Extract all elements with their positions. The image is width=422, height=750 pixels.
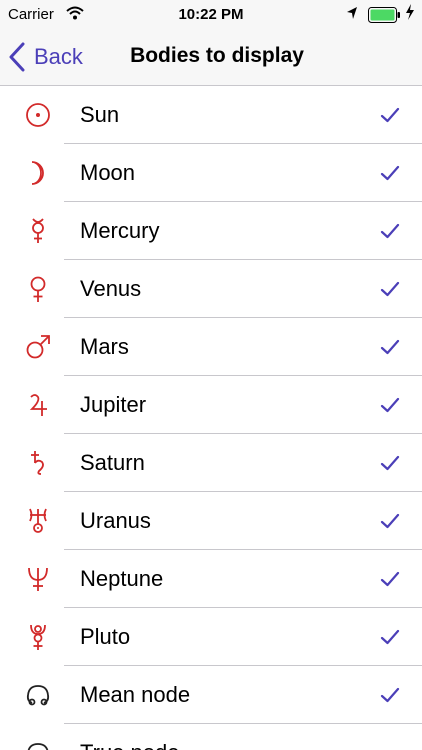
body-row-true-node[interactable]: True node	[0, 724, 422, 750]
mars-icon	[22, 331, 54, 363]
checkmark-icon	[380, 279, 400, 299]
page-title: Bodies to display	[130, 44, 304, 67]
body-label: Mars	[80, 334, 129, 359]
checkmark-icon	[380, 105, 400, 125]
checkmark-icon	[380, 163, 400, 183]
node-icon	[22, 737, 54, 750]
body-label: Jupiter	[80, 392, 147, 417]
body-label: Mercury	[80, 218, 160, 243]
body-row-sun[interactable]: Sun	[0, 86, 422, 144]
checkmark-icon	[380, 685, 400, 705]
venus-icon	[22, 273, 54, 305]
uranus-icon	[22, 505, 54, 537]
body-label: Pluto	[80, 624, 131, 649]
body-row-moon[interactable]: Moon	[0, 144, 422, 202]
body-label: Venus	[80, 276, 142, 301]
body-row-pluto[interactable]: Pluto	[0, 608, 422, 666]
location-icon	[346, 6, 358, 24]
status-time: 10:22 PM	[178, 6, 244, 23]
body-label: Sun	[80, 102, 120, 127]
body-label: Moon	[80, 160, 136, 185]
bodies-list: Sun Moon Mercury Venus Mars Jupiter Saturn Uran…	[0, 86, 422, 750]
navigation-bar: Back Bodies to display	[0, 30, 422, 86]
checkmark-icon	[380, 221, 400, 241]
body-row-uranus[interactable]: Uranus	[0, 492, 422, 550]
checkmark-icon	[380, 395, 400, 415]
checkmark-icon	[380, 569, 400, 589]
body-label: Uranus	[80, 508, 151, 533]
saturn-icon	[22, 447, 54, 479]
mercury-icon	[22, 215, 54, 247]
checkmark-icon	[380, 627, 400, 647]
checkmark-icon	[380, 337, 400, 357]
neptune-icon	[22, 563, 54, 595]
jupiter-icon	[22, 389, 54, 421]
body-label: Neptune	[80, 566, 164, 591]
body-label: Mean node	[80, 682, 191, 707]
body-row-mean-node[interactable]: Mean node	[0, 666, 422, 724]
body-label: Saturn	[80, 450, 145, 475]
body-row-saturn[interactable]: Saturn	[0, 434, 422, 492]
checkmark-icon	[380, 453, 400, 473]
body-row-venus[interactable]: Venus	[0, 260, 422, 318]
sun-icon	[22, 99, 54, 131]
status-bar: Carrier 10:22 PM	[0, 0, 422, 30]
battery-icon	[368, 7, 401, 23]
pluto-icon	[22, 621, 54, 653]
body-row-mars[interactable]: Mars	[0, 318, 422, 376]
moon-icon	[22, 157, 54, 189]
body-label: True node	[80, 740, 179, 750]
checkmark-icon	[380, 511, 400, 531]
body-row-jupiter[interactable]: Jupiter	[0, 376, 422, 434]
body-row-mercury[interactable]: Mercury	[0, 202, 422, 260]
charging-icon	[405, 4, 415, 23]
body-row-neptune[interactable]: Neptune	[0, 550, 422, 608]
node-icon	[22, 679, 54, 711]
